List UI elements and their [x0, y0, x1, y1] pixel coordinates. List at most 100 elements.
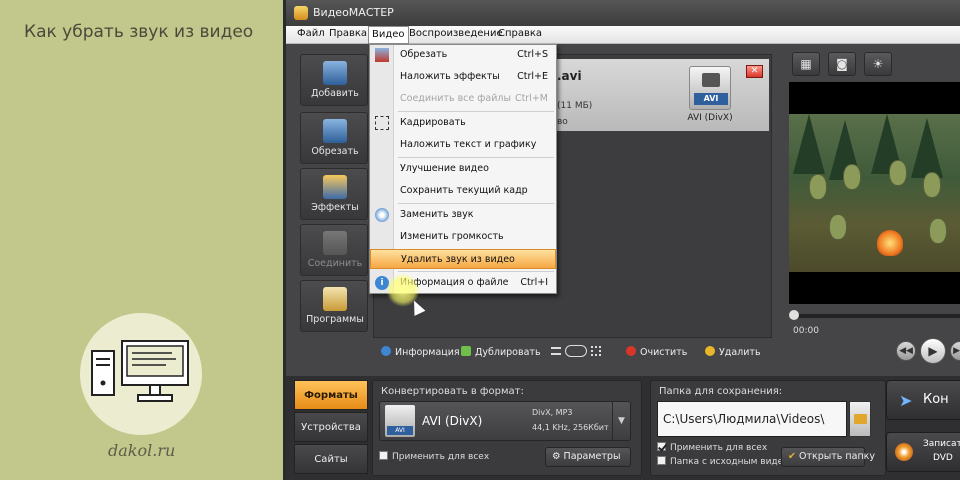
menu-item-shortcut: Ctrl+S [517, 49, 548, 60]
frog-figure [889, 160, 907, 186]
file-extra: во [557, 117, 568, 127]
apply-all-save-label: Применить для всех [670, 443, 768, 453]
menu-item-label: Кадрировать [400, 117, 466, 128]
menu-item-text-graphics[interactable]: Наложить текст и графику [370, 135, 556, 155]
app-logo-icon [294, 6, 308, 20]
clear-icon [626, 346, 636, 356]
burn-dvd-button[interactable]: Записат DVD [886, 432, 960, 472]
chevron-down-icon: ▼ [618, 416, 625, 426]
menu-playback[interactable]: Воспроизведение [406, 28, 506, 39]
main-area: Добавить Обрезать Эффекты Соединить Прог… [286, 44, 960, 480]
menu-separator [398, 271, 554, 272]
menu-item-volume[interactable]: Изменить громкость [370, 227, 556, 247]
format-selector[interactable]: AVI AVI (DivX) DivX, MP3 44,1 KHz, 256Кб… [379, 401, 631, 441]
preview-toolbar: ▦ ◙ ☀ [786, 52, 960, 78]
format-name: AVI (DivX) [422, 414, 483, 428]
duplicate-action[interactable]: Дублировать [461, 346, 541, 358]
rewind-button[interactable]: ◀◀ [896, 341, 916, 361]
site-caption: dakol.ru [108, 441, 176, 460]
menu-item-label: Обрезать [400, 49, 448, 60]
open-folder-button[interactable]: ✔ Открыть папку [781, 447, 875, 467]
snapshot-button[interactable]: ◙ [828, 52, 856, 76]
menu-video[interactable]: Видео [368, 26, 409, 44]
scissors-film-icon [323, 119, 347, 143]
disc-icon [895, 443, 913, 461]
tab-devices[interactable]: Устройства [294, 412, 368, 442]
burn-label-2: DVD [933, 453, 953, 463]
seek-bar[interactable] [789, 310, 960, 320]
menu-item-crop[interactable]: Кадрировать [370, 113, 556, 133]
duplicate-icon [461, 346, 471, 356]
brightness-button[interactable]: ☀ [864, 52, 892, 76]
effects-button-label: Эффекты [311, 202, 359, 213]
menu-edit[interactable]: Правка [326, 28, 370, 39]
clear-action[interactable]: Очистить [626, 346, 687, 358]
browse-folder-button[interactable] [849, 401, 871, 437]
convert-panel: Конвертировать в формат: AVI AVI (DivX) … [372, 380, 642, 476]
menu-item-enhance[interactable]: Улучшение видео [370, 159, 556, 179]
delete-action[interactable]: Удалить [705, 346, 761, 358]
menu-file[interactable]: Файл [294, 28, 328, 39]
menu-bar: Файл Правка Видео Воспроизведение Справк… [286, 26, 960, 44]
campfire [877, 230, 903, 256]
menu-item-label: Наложить эффекты [400, 71, 500, 82]
play-button[interactable]: ▶ [920, 338, 946, 364]
trim-icon [375, 48, 389, 62]
tab-formats[interactable]: Форматы [294, 380, 368, 410]
menu-item-save-frame[interactable]: Сохранить текущий кадр [370, 181, 556, 201]
brightness-icon: ☀ [872, 57, 884, 71]
video-menu-dropdown: Обрезать Ctrl+S Наложить эффекты Ctrl+E … [369, 44, 557, 294]
remove-file-button[interactable]: ✕ [746, 65, 763, 78]
tab-sites[interactable]: Сайты [294, 444, 368, 474]
add-button[interactable]: Добавить [300, 54, 368, 106]
effects-button[interactable]: Эффекты [300, 168, 368, 220]
rewind-icon: ◀◀ [899, 346, 913, 356]
menu-item-remove-sound[interactable]: Удалить звук из видео [370, 249, 556, 269]
toggle-switch [565, 345, 587, 357]
join-button[interactable]: Соединить [300, 224, 368, 276]
trim-button[interactable]: Обрезать [300, 112, 368, 164]
title-bar: ВидеоМАСТЕР [286, 0, 960, 26]
folder-icon [854, 414, 867, 424]
params-label: Параметры [563, 451, 621, 462]
article-panel: Как убрать звук из видео dakol.ru [0, 0, 283, 480]
menu-separator [398, 111, 554, 112]
menu-item-trim[interactable]: Обрезать Ctrl+S [370, 45, 556, 65]
crop-icon [375, 116, 389, 130]
save-path-input[interactable]: C:\Users\Людмила\Videos\ [657, 401, 847, 437]
format-dropdown-arrow[interactable]: ▼ [612, 402, 630, 440]
gear-icon: ⚙ [552, 451, 564, 462]
view-toggle[interactable] [551, 345, 601, 359]
menu-help[interactable]: Справка [495, 28, 545, 39]
trim-button-label: Обрезать [311, 146, 359, 157]
menu-separator [398, 203, 554, 204]
player-controls: ◀◀ ▶ ▶▶ [896, 338, 960, 364]
checkbox-box [657, 456, 666, 465]
checkbox-box [657, 442, 666, 451]
menu-item-label: Заменить звук [400, 209, 474, 220]
seek-handle[interactable] [789, 310, 799, 320]
source-folder-label: Папка с исходным видео [670, 457, 789, 467]
programs-icon [323, 287, 347, 311]
menu-item-effects[interactable]: Наложить эффекты Ctrl+E [370, 67, 556, 87]
menu-item-replace-sound[interactable]: Заменить звук [370, 205, 556, 225]
save-title: Папка для сохранения: [659, 386, 783, 397]
effects-film-icon [323, 175, 347, 199]
save-panel: Папка для сохранения: C:\Users\Людмила\V… [650, 380, 886, 476]
apply-all-save-checkbox[interactable]: Применить для всех [657, 442, 767, 453]
crop-tool-button[interactable]: ▦ [792, 52, 820, 76]
convert-button[interactable]: ➤ Кон [886, 380, 960, 420]
forward-button[interactable]: ▶▶ [950, 341, 960, 361]
join-button-label: Соединить [307, 258, 363, 269]
play-icon: ▶ [928, 344, 938, 358]
avi-badge: AVI [694, 93, 728, 105]
menu-item-join-all[interactable]: Соединить все файлы Ctrl+M [370, 89, 556, 109]
info-label: Информация [395, 347, 460, 358]
params-button[interactable]: ⚙ Параметры [545, 447, 631, 467]
apply-all-checkbox[interactable]: Применить для всех [379, 451, 489, 462]
programs-button[interactable]: Программы [300, 280, 368, 332]
info-action[interactable]: Информация [381, 346, 460, 358]
article-title: Как убрать звук из видео [24, 22, 254, 42]
source-folder-checkbox[interactable]: Папка с исходным видео [657, 456, 789, 467]
convert-title: Конвертировать в формат: [381, 386, 524, 397]
